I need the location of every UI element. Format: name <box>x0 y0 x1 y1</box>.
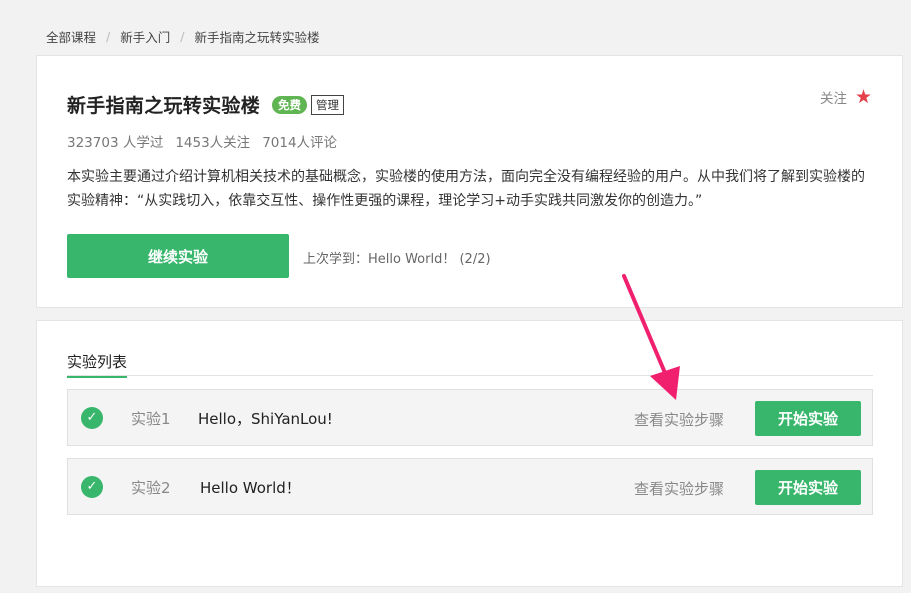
breadcrumb-separator: / <box>106 29 111 44</box>
breadcrumb-item-beginner[interactable]: 新手入门 <box>120 27 170 46</box>
comment-count[interactable]: 7014人评论 <box>262 131 337 151</box>
experiment-list-title: 实验列表 <box>67 351 128 378</box>
course-info-card: 新手指南之玩转实验楼 免费 管理 关注 ★ 323703 人学过 1453人关注… <box>36 55 903 308</box>
course-title-row: 新手指南之玩转实验楼 免费 管理 <box>67 91 345 118</box>
free-badge: 免费 <box>272 95 308 114</box>
course-stats: 323703 人学过 1453人关注 7014人评论 <box>67 131 337 151</box>
experiment-number: 实验2 <box>131 479 171 497</box>
check-circle-icon: ✓ <box>81 407 103 429</box>
learned-count: 323703 人学过 <box>67 135 164 151</box>
experiment-number: 实验1 <box>131 410 171 428</box>
last-learned-text: 上次学到：Hello World！ (2/2) <box>303 252 491 267</box>
continue-experiment-button[interactable]: 继续实验 <box>67 234 289 278</box>
experiment-row: ✓ 实验2 Hello World！ 查看实验步骤 开始实验 <box>67 458 873 515</box>
view-steps-link[interactable]: 查看实验步骤 <box>634 478 724 499</box>
manage-badge[interactable]: 管理 <box>311 94 345 115</box>
course-title: 新手指南之玩转实验楼 <box>67 95 261 117</box>
experiment-row: ✓ 实验1 Hello，ShiYanLou! 查看实验步骤 开始实验 <box>67 389 873 446</box>
view-steps-link[interactable]: 查看实验步骤 <box>634 409 724 430</box>
star-icon: ★ <box>854 85 872 108</box>
breadcrumb-item-all-courses[interactable]: 全部课程 <box>46 27 96 46</box>
start-experiment-button[interactable]: 开始实验 <box>755 470 861 505</box>
course-description: 本实验主要通过介绍计算机相关技术的基础概念，实验楼的使用方法，面向完全没有编程经… <box>67 169 865 209</box>
breadcrumb-item-current[interactable]: 新手指南之玩转实验楼 <box>194 27 319 46</box>
follower-count: 1453人关注 <box>175 135 251 151</box>
check-circle-icon: ✓ <box>81 476 103 498</box>
divider <box>67 375 873 376</box>
experiment-list-card: 实验列表 ✓ 实验1 Hello，ShiYanLou! 查看实验步骤 开始实验 … <box>36 320 903 587</box>
experiment-name: Hello，ShiYanLou! <box>198 410 333 428</box>
start-experiment-button[interactable]: 开始实验 <box>755 401 861 436</box>
breadcrumb: 全部课程 / 新手入门 / 新手指南之玩转实验楼 <box>46 27 319 46</box>
follow-label: 关注 <box>819 91 847 107</box>
follow-button[interactable]: 关注 ★ <box>820 87 872 107</box>
breadcrumb-separator: / <box>180 29 185 44</box>
experiment-name: Hello World！ <box>200 479 301 497</box>
